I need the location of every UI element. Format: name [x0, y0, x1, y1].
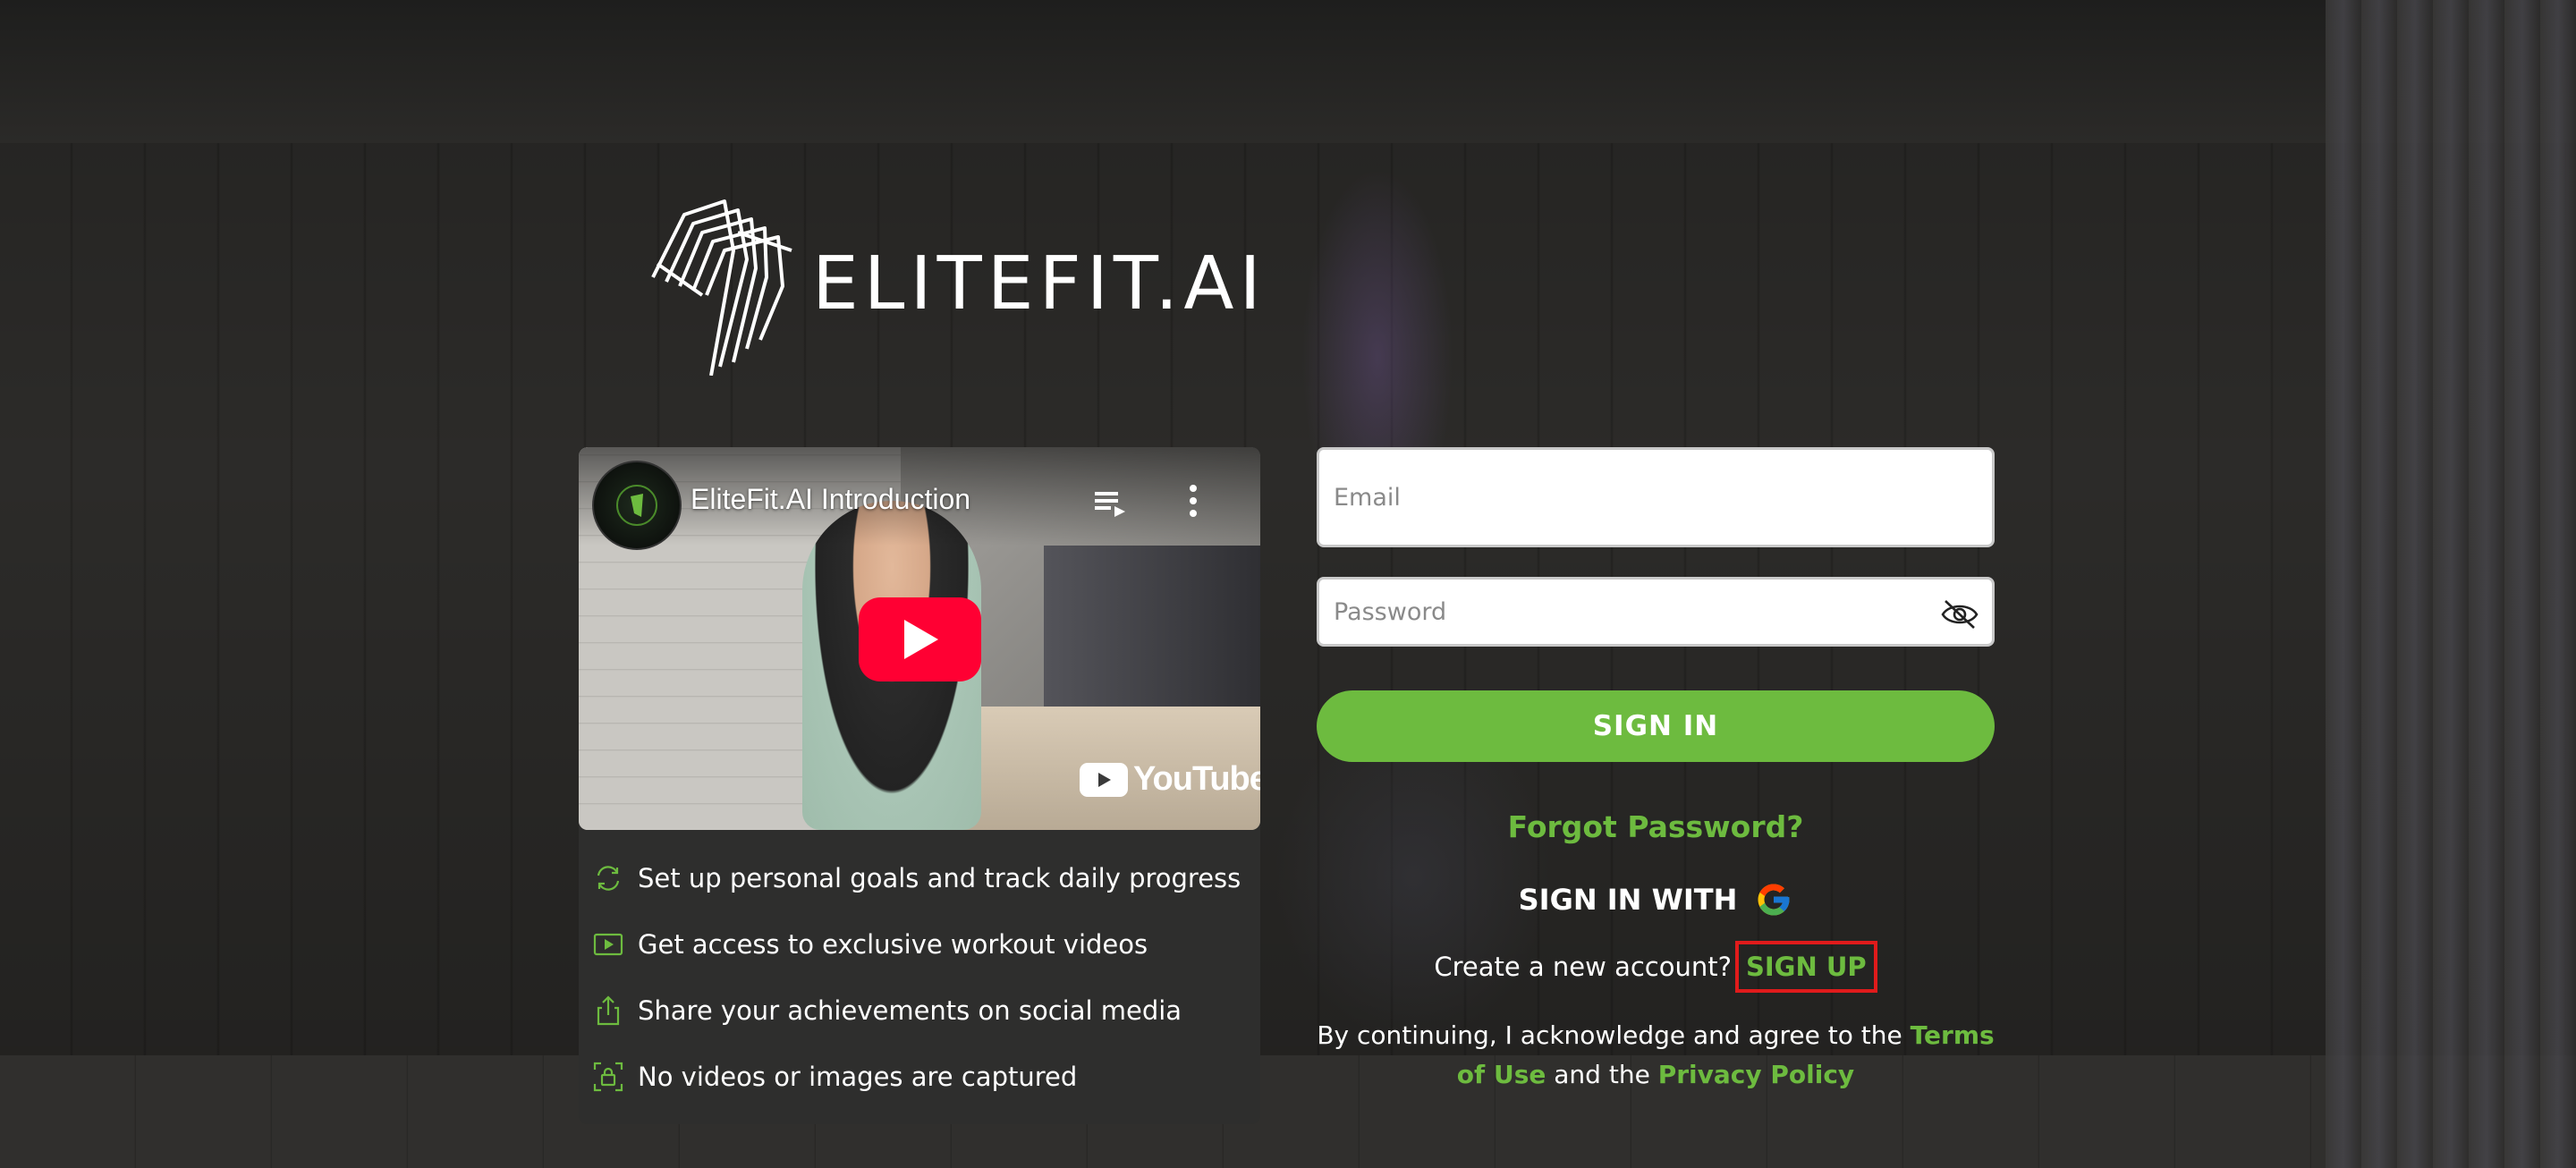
email-field-wrapper: [1317, 447, 1995, 547]
feature-text: Set up personal goals and track daily pr…: [638, 863, 1241, 893]
youtube-logo[interactable]: YouTube: [1080, 760, 1260, 799]
share-icon: [593, 995, 623, 1026]
legal-middle: and the: [1546, 1060, 1658, 1089]
feature-text: No videos or images are captured: [638, 1062, 1078, 1092]
forgot-password-link[interactable]: Forgot Password?: [1317, 809, 1995, 844]
youtube-icon: [1080, 762, 1128, 797]
signin-button[interactable]: SIGN IN: [1317, 690, 1995, 762]
legal-prefix: By continuing, I acknowledge and agree t…: [1317, 1020, 1911, 1050]
feature-item: Get access to exclusive workout videos: [579, 911, 1260, 978]
brand-logo: [648, 197, 801, 376]
channel-avatar[interactable]: [592, 461, 682, 550]
feature-item: No videos or images are captured: [579, 1044, 1260, 1110]
channel-logo-icon: [616, 485, 657, 526]
feature-text: Share your achievements on social media: [638, 995, 1182, 1026]
feature-item: Share your achievements on social media: [579, 978, 1260, 1044]
signup-link[interactable]: SIGN UP: [1735, 941, 1877, 993]
youtube-wordmark: YouTube: [1133, 760, 1260, 798]
google-icon: [1758, 884, 1790, 916]
google-signin-button[interactable]: SIGN IN WITH: [1317, 881, 1995, 918]
password-field-wrapper: [1317, 577, 1995, 647]
password-input[interactable]: [1319, 580, 1992, 644]
eye-off-icon[interactable]: [1940, 596, 1979, 633]
background-curtain: [2326, 0, 2576, 1168]
intro-panel: EliteFit.AI Introduction YouTube Set up …: [579, 447, 1260, 1124]
create-account-text: Create a new account?: [1434, 952, 1732, 982]
brand-name: ELITEFIT.AI: [812, 241, 1267, 326]
feature-text: Get access to exclusive workout videos: [638, 929, 1148, 960]
feature-item: Set up personal goals and track daily pr…: [579, 845, 1260, 911]
play-icon: [903, 620, 938, 659]
more-vert-icon[interactable]: [1187, 483, 1199, 519]
privacy-icon: [593, 1062, 623, 1092]
playlist-icon[interactable]: [1093, 485, 1129, 521]
refresh-icon: [593, 863, 623, 893]
email-input[interactable]: [1319, 450, 1992, 545]
create-account-row: Create a new account? SIGN UP: [1317, 941, 1995, 993]
privacy-policy-link[interactable]: Privacy Policy: [1658, 1060, 1854, 1089]
signin-with-label: SIGN IN WITH: [1518, 883, 1738, 917]
intro-video-player[interactable]: EliteFit.AI Introduction YouTube: [579, 447, 1260, 830]
play-button[interactable]: [859, 597, 981, 681]
video-title[interactable]: EliteFit.AI Introduction: [691, 483, 970, 516]
feature-list: Set up personal goals and track daily pr…: [579, 845, 1260, 1110]
legal-notice: By continuing, I acknowledge and agree t…: [1317, 1016, 1995, 1095]
logo-mark-icon: [651, 199, 792, 376]
video-icon: [593, 929, 623, 960]
